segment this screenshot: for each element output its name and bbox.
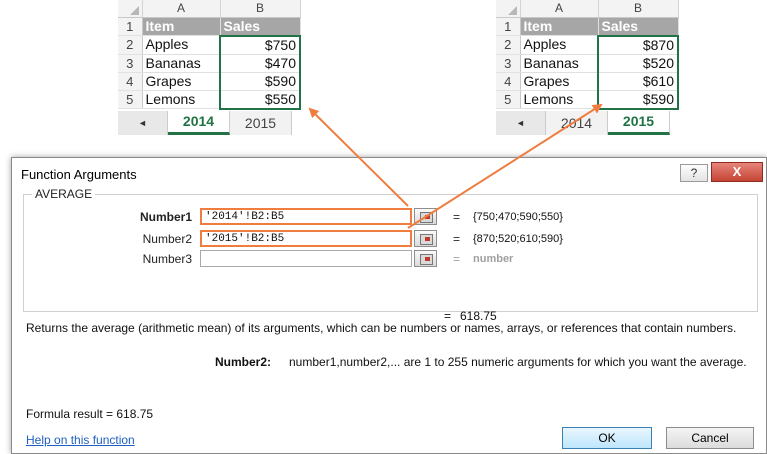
collapse-dialog-icon[interactable]: [414, 208, 437, 225]
column-header-a[interactable]: A: [142, 0, 221, 18]
help-icon[interactable]: ?: [680, 164, 708, 182]
sales-cell[interactable]: $590: [219, 72, 301, 91]
sales-cell[interactable]: $550: [219, 90, 301, 110]
item-cell[interactable]: Lemons: [520, 90, 599, 109]
arg-label-number3: Number3: [142, 252, 192, 266]
arg-label-number1: Number1: [139, 210, 192, 224]
arg-input-number2[interactable]: [200, 230, 412, 247]
sales-cell[interactable]: $750: [219, 34, 301, 55]
row-header[interactable]: 1: [118, 17, 143, 36]
function-arguments-dialog: Function Arguments ? X AVERAGE Number1 =…: [11, 157, 767, 454]
collapse-dialog-icon[interactable]: [414, 250, 437, 267]
select-all-corner[interactable]: [496, 0, 521, 18]
function-name: AVERAGE: [32, 187, 96, 201]
dialog-titlebar[interactable]: Function Arguments ? X: [12, 158, 766, 186]
header-cell-sales[interactable]: Sales: [220, 17, 301, 36]
row-header[interactable]: 4: [496, 72, 521, 91]
sheet-2014-grid: A B 1 Item Sales 2 Apples $750 3 Bananas…: [118, 0, 301, 110]
equals-sign: =: [453, 232, 461, 246]
item-cell[interactable]: Bananas: [520, 54, 599, 73]
formula-result-label: Formula result =: [26, 407, 114, 421]
row-header[interactable]: 3: [496, 54, 521, 73]
item-cell[interactable]: Bananas: [142, 54, 221, 73]
sheet-2014: A B 1 Item Sales 2 Apples $750 3 Bananas…: [118, 0, 338, 135]
sheet-tabs: ◄ 2014 2015: [496, 110, 716, 135]
select-all-corner[interactable]: [118, 0, 143, 18]
help-on-function-link[interactable]: Help on this function: [26, 433, 135, 447]
sheet-2015: A B 1 Item Sales 2 Apples $870 3 Bananas…: [496, 0, 716, 135]
row-header[interactable]: 3: [118, 54, 143, 73]
row-header[interactable]: 5: [496, 90, 521, 109]
item-cell[interactable]: Apples: [142, 35, 221, 55]
arg-result-number3: number: [473, 253, 514, 265]
item-cell[interactable]: Apples: [520, 35, 599, 55]
tab-2015[interactable]: 2015: [608, 110, 670, 135]
arg-result-number1: {750;470;590;550}: [473, 211, 563, 223]
tab-2014[interactable]: 2014: [168, 110, 230, 135]
arg-label-number2: Number2: [142, 232, 192, 246]
arg-help-name: Number2:: [215, 355, 272, 369]
cancel-button[interactable]: Cancel: [666, 427, 754, 449]
tab-2014[interactable]: 2014: [546, 110, 608, 135]
arg-result-number2: {870;520;610;590}: [473, 233, 563, 245]
dialog-title: Function Arguments: [21, 167, 137, 182]
item-cell[interactable]: Grapes: [142, 72, 221, 91]
column-header-a[interactable]: A: [520, 0, 599, 18]
sales-cell[interactable]: $610: [597, 72, 679, 91]
sheet-tabs: ◄ 2014 2015: [118, 110, 338, 135]
row-header[interactable]: 2: [118, 35, 143, 55]
column-header-b[interactable]: B: [220, 0, 301, 18]
scroll-tabs-left-icon[interactable]: ◄: [496, 110, 546, 135]
function-description: Returns the average (arithmetic mean) of…: [26, 321, 737, 335]
header-cell-item[interactable]: Item: [142, 17, 221, 36]
formula-result: Formula result = 618.75: [26, 407, 153, 421]
sheet-2015-grid: A B 1 Item Sales 2 Apples $870 3 Bananas…: [496, 0, 679, 110]
item-cell[interactable]: Grapes: [520, 72, 599, 91]
sales-cell[interactable]: $470: [219, 54, 301, 73]
equals-sign: =: [453, 252, 461, 266]
sales-cell[interactable]: $870: [597, 34, 679, 55]
header-cell-item[interactable]: Item: [520, 17, 599, 36]
ok-button[interactable]: OK: [562, 427, 652, 449]
scroll-tabs-left-icon[interactable]: ◄: [118, 110, 168, 135]
collapse-dialog-icon[interactable]: [414, 230, 437, 247]
arg-help-text: number1,number2,... are 1 to 255 numeric…: [289, 355, 747, 369]
row-header[interactable]: 5: [118, 90, 143, 109]
row-header[interactable]: 2: [496, 35, 521, 55]
sales-cell[interactable]: $590: [597, 90, 679, 110]
row-header[interactable]: 4: [118, 72, 143, 91]
column-header-b[interactable]: B: [598, 0, 679, 18]
arg-input-number1[interactable]: [200, 208, 412, 225]
arg-input-number3[interactable]: [200, 250, 412, 267]
formula-result-value: 618.75: [116, 407, 154, 421]
sales-cell[interactable]: $520: [597, 54, 679, 73]
row-header[interactable]: 1: [496, 17, 521, 36]
equals-sign: =: [453, 210, 461, 224]
close-icon[interactable]: X: [711, 162, 763, 182]
tab-2015[interactable]: 2015: [230, 110, 292, 135]
item-cell[interactable]: Lemons: [142, 90, 221, 109]
header-cell-sales[interactable]: Sales: [598, 17, 679, 36]
